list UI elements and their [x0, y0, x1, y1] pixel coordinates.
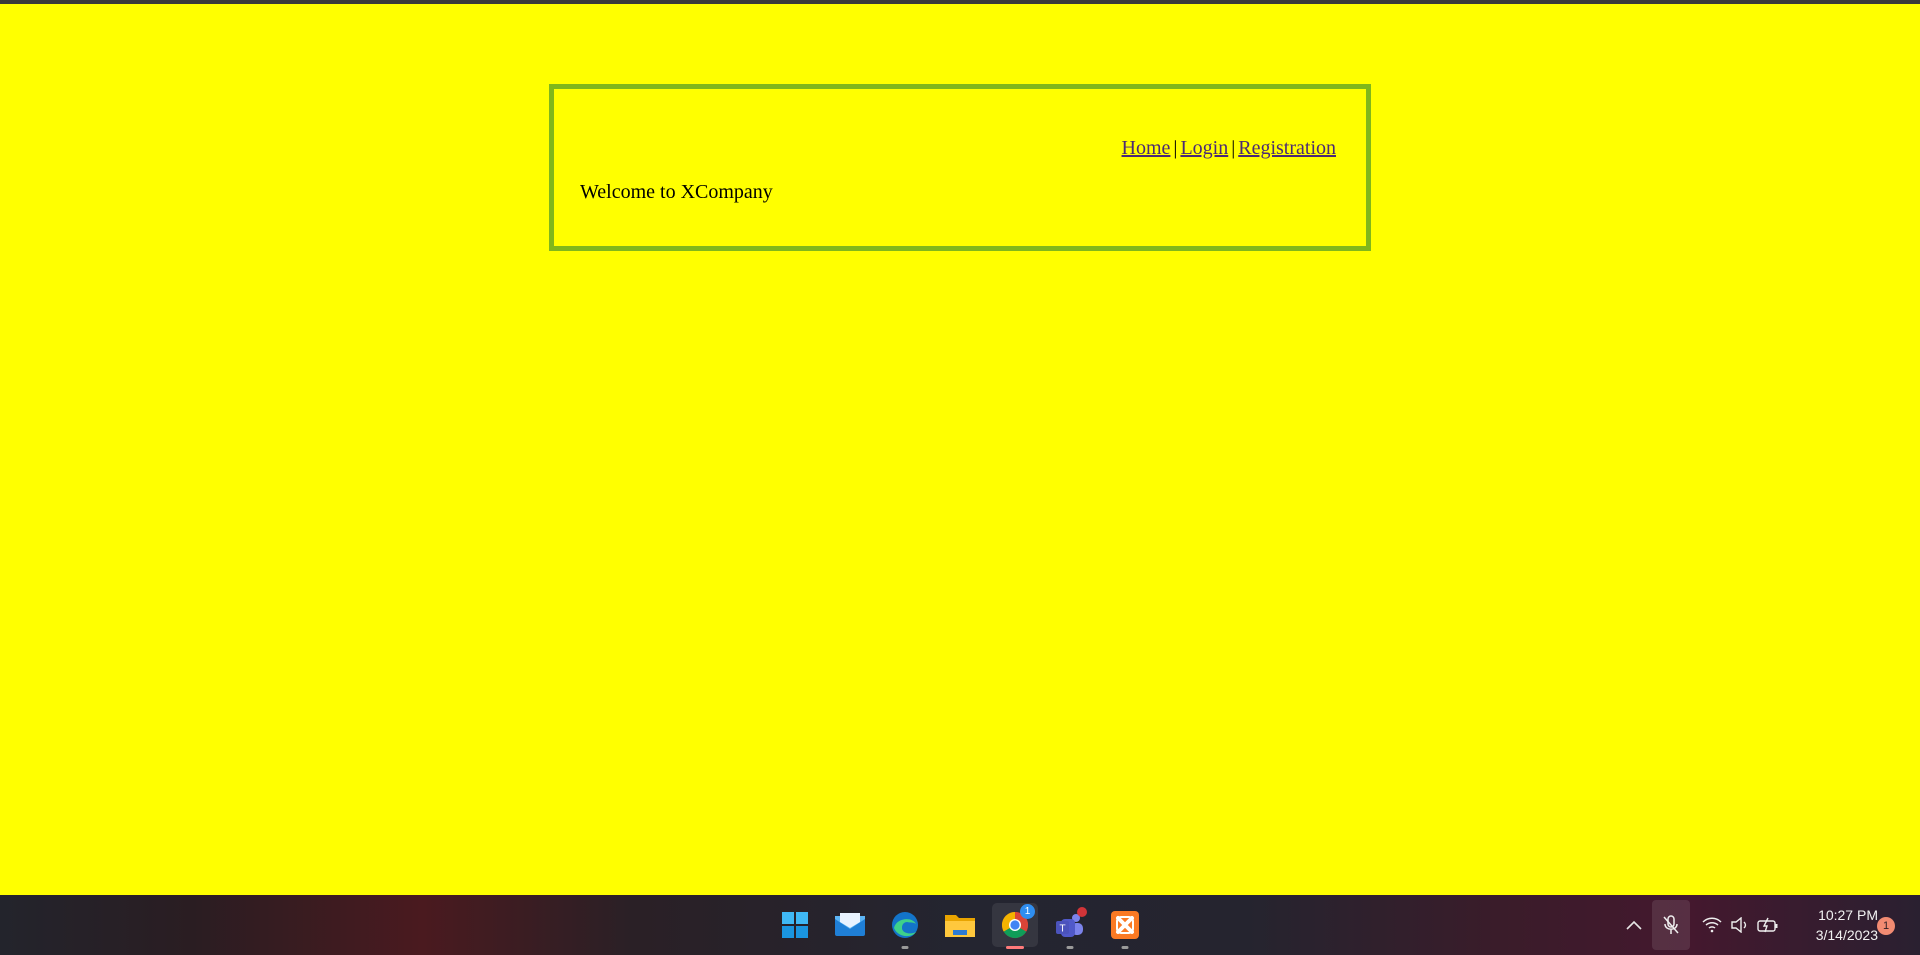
running-indicator — [1066, 946, 1074, 949]
xampp-icon — [1111, 911, 1139, 939]
folder-icon — [945, 915, 975, 937]
active-indicator — [1006, 946, 1024, 949]
battery-charging-icon — [1757, 917, 1778, 933]
edge-browser-icon — [892, 912, 918, 938]
content-frame: Home | Login | Registration Welcome to XComp… — [549, 84, 1371, 251]
mail-icon — [835, 913, 865, 936]
clock-date: 3/14/2023 — [1815, 927, 1878, 943]
network-button[interactable] — [1698, 907, 1726, 943]
nav-separator: | — [1231, 137, 1236, 159]
speaker-icon — [1731, 917, 1747, 933]
running-indicator — [901, 946, 909, 949]
taskbar: 1 T 10:27 PM 3/14/2023 1 — [0, 895, 1920, 955]
status-dot — [1077, 907, 1087, 917]
xampp-app-button[interactable] — [1102, 903, 1148, 949]
volume-button[interactable] — [1726, 907, 1754, 943]
mic-muted-icon — [1663, 915, 1679, 934]
nav-separator: | — [1173, 137, 1178, 159]
notification-badge[interactable]: 1 — [1877, 917, 1895, 935]
start-button[interactable] — [772, 903, 818, 947]
windows-start-icon — [782, 912, 808, 938]
wifi-icon — [1702, 917, 1722, 933]
mail-app-button[interactable] — [827, 903, 873, 947]
microphone-muted-button[interactable] — [1652, 900, 1690, 950]
clock[interactable]: 10:27 PM 3/14/2023 — [1790, 905, 1878, 945]
battery-button[interactable] — [1754, 907, 1782, 943]
chevron-up-icon — [1626, 920, 1642, 930]
nav-link-login[interactable]: Login — [1180, 137, 1228, 159]
welcome-text: Welcome to XCompany — [580, 181, 773, 203]
nav-link-home[interactable]: Home — [1122, 137, 1171, 159]
teams-app-button[interactable]: T — [1047, 903, 1093, 949]
nav-link-registration[interactable]: Registration — [1238, 137, 1336, 159]
web-page: Home | Login | Registration Welcome to XComp… — [0, 4, 1920, 895]
edge-app-button[interactable] — [882, 903, 928, 949]
site-nav: Home | Login | Registration — [1122, 137, 1336, 160]
file-explorer-button[interactable] — [937, 903, 983, 947]
system-tray — [1620, 895, 1782, 955]
chrome-badge: 1 — [1020, 904, 1035, 919]
running-indicator — [1121, 946, 1129, 949]
clock-time: 10:27 PM — [1818, 907, 1878, 923]
show-hidden-icons-button[interactable] — [1620, 907, 1648, 943]
chrome-app-button[interactable]: 1 — [992, 903, 1038, 949]
svg-text:T: T — [1059, 924, 1065, 935]
